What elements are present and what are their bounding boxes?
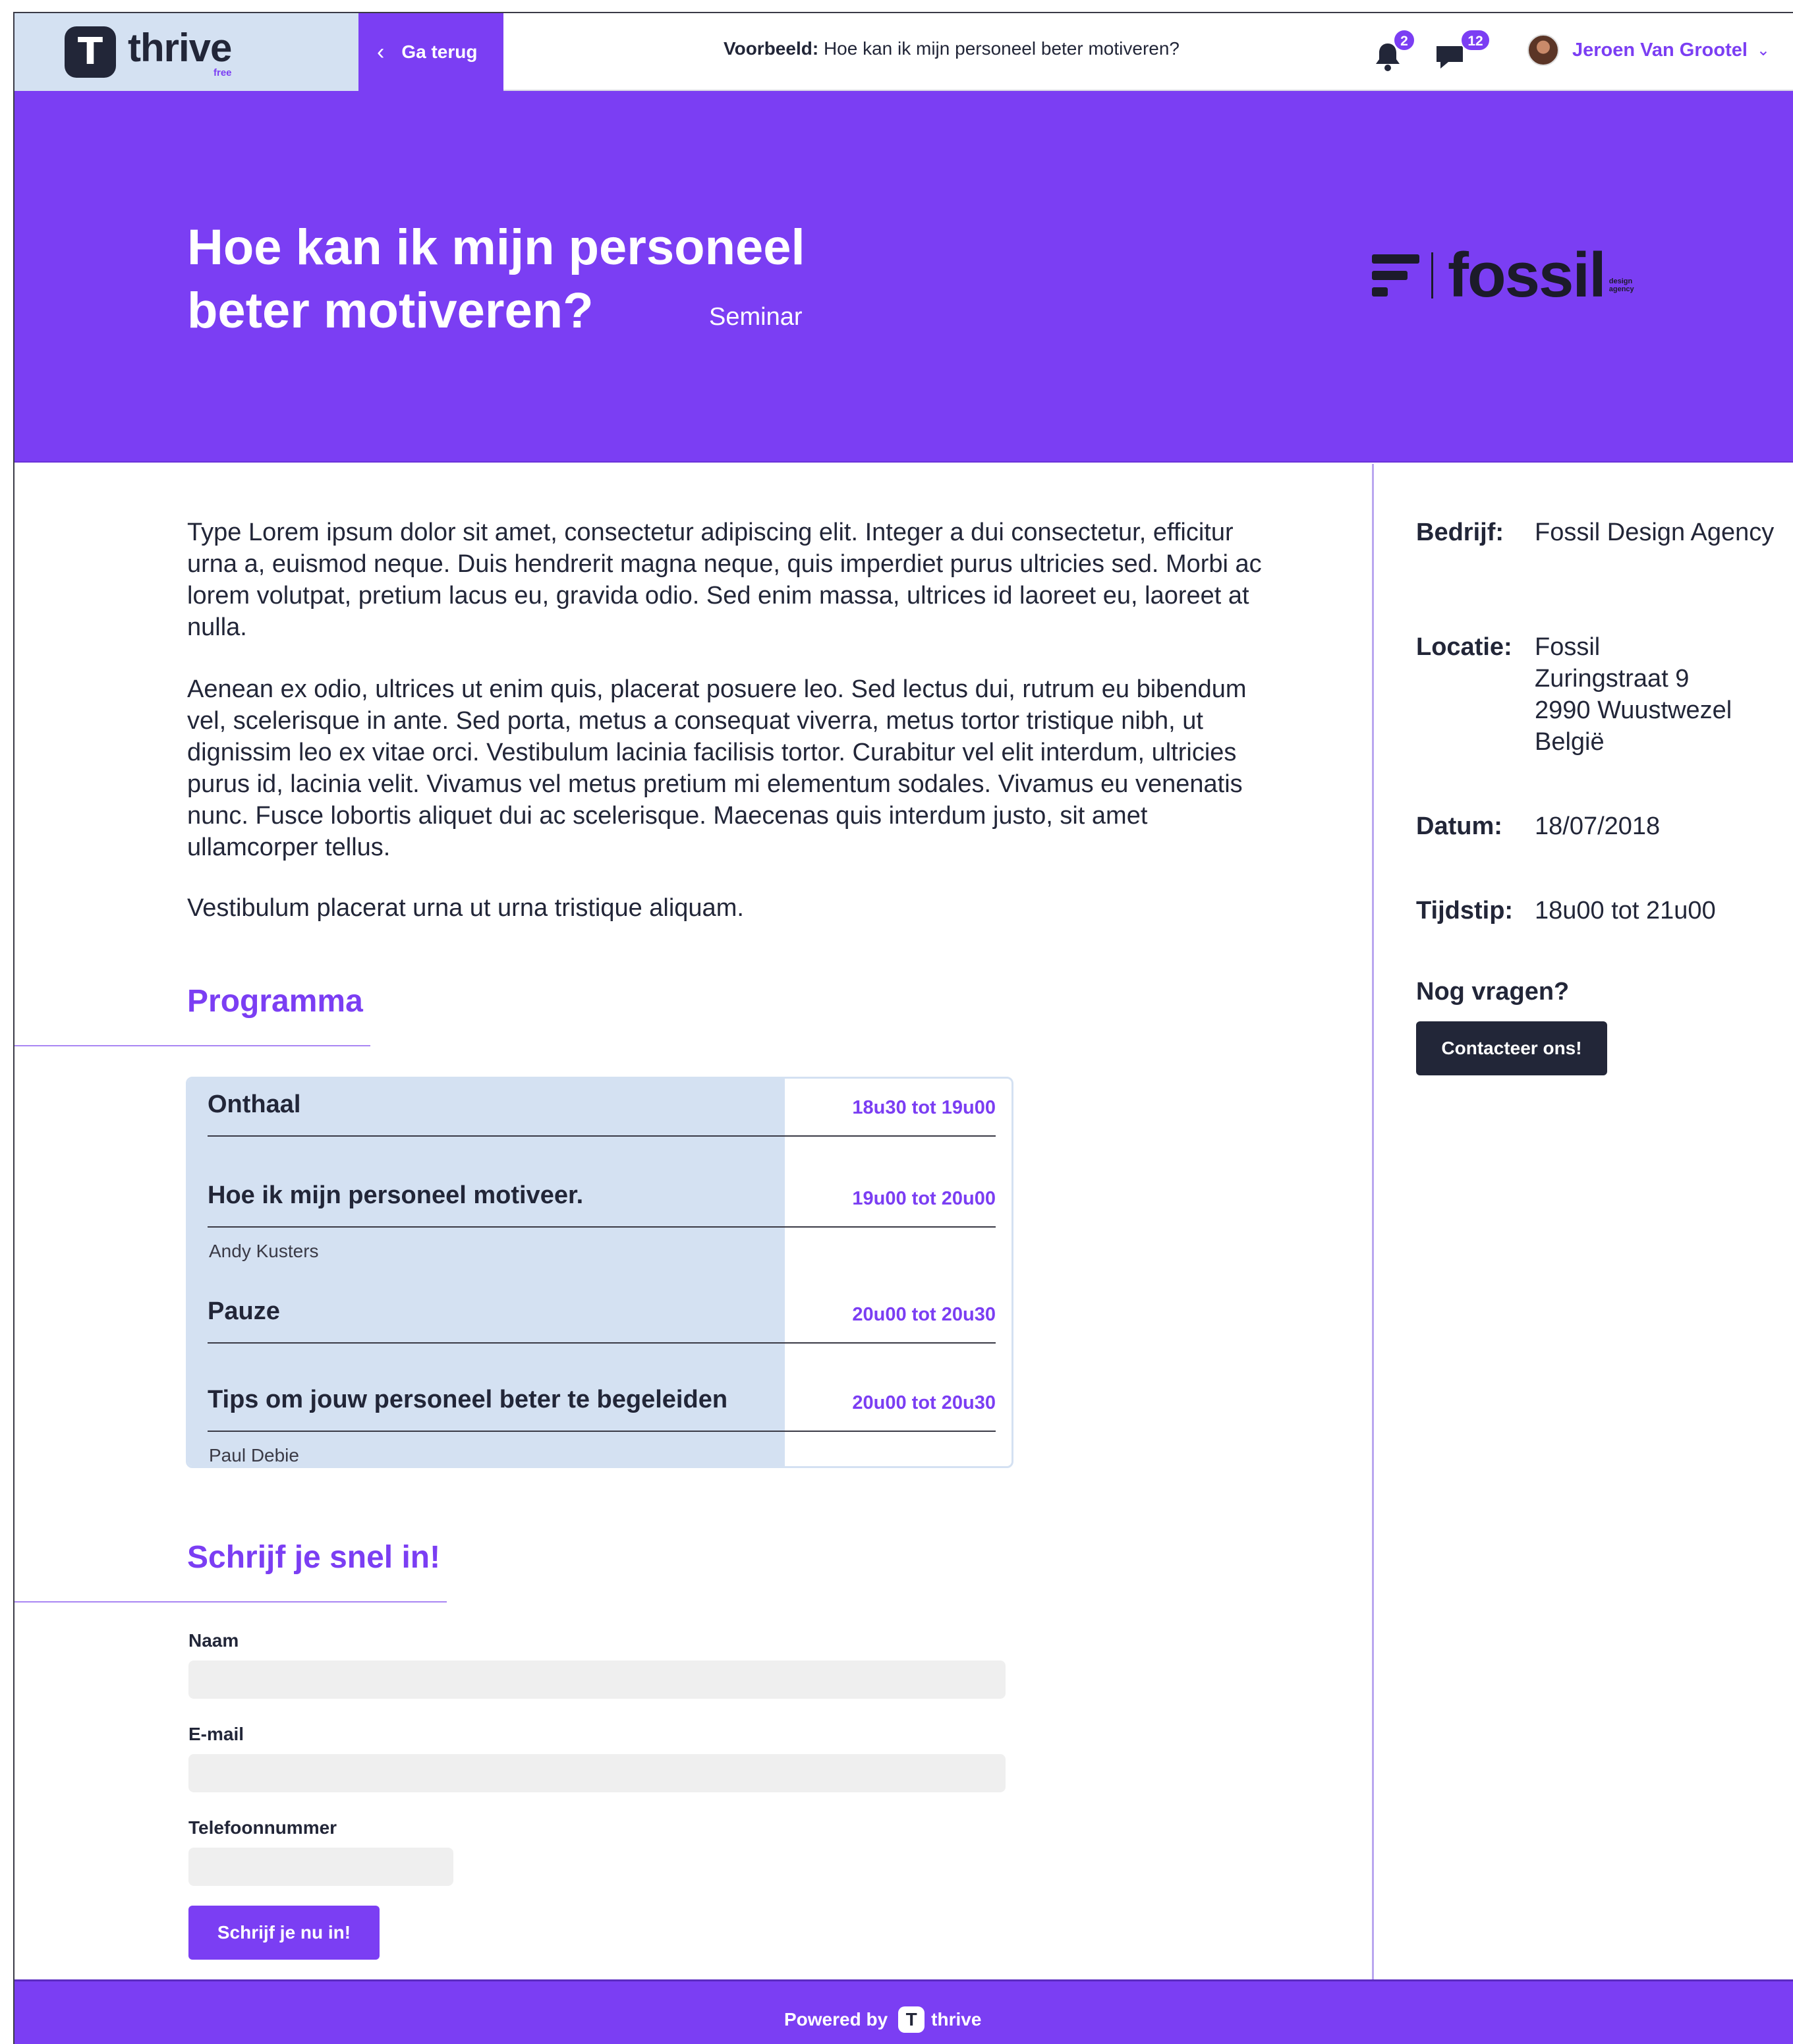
company-value: Fossil Design Agency: [1535, 519, 1775, 546]
name-field[interactable]: [188, 1661, 1006, 1699]
messages-button[interactable]: 12: [1434, 29, 1491, 72]
location-key: Locatie:: [1416, 633, 1512, 661]
chevron-left-icon: ‹: [377, 39, 385, 65]
notifications-button[interactable]: 2: [1373, 29, 1415, 72]
programma-item-title: Pauze: [208, 1297, 280, 1325]
programma-item-speaker: Andy Kusters: [209, 1241, 319, 1261]
preview-event-title: Hoe kan ik mijn personeel beter motivere…: [823, 38, 1180, 59]
fossil-logo-icon: [1372, 252, 1419, 299]
programma-item-divider: [208, 1226, 996, 1228]
user-menu[interactable]: Jeroen Van Grootel ⌄: [1527, 34, 1770, 66]
description-paragraph: Type Lorem ipsum dolor sit amet, consect…: [187, 519, 1262, 641]
programma-divider: [14, 1045, 370, 1046]
date-key: Datum:: [1416, 812, 1502, 840]
company-logo: fossil design agency: [1372, 240, 1642, 310]
brand-area[interactable]: T thrive free: [14, 13, 358, 91]
footer-brand-name: thrive: [931, 2009, 982, 2030]
programma-item-time: 20u00 tot 20u30: [852, 1392, 996, 1413]
company-logo-sub: design agency: [1608, 277, 1634, 293]
notifications-badge: 2: [1393, 29, 1415, 51]
programma-item-time: 20u00 tot 20u30: [852, 1304, 996, 1325]
programma-item-divider: [208, 1431, 996, 1432]
logo-separator: [1431, 252, 1433, 298]
email-field[interactable]: [188, 1754, 1006, 1792]
programma-item-title: Tips om jouw personeel beter te begeleid…: [208, 1386, 728, 1413]
brand-name: thrive: [128, 26, 232, 70]
time-key: Tijdstip:: [1416, 897, 1514, 924]
footer: Powered by T thrive: [14, 1979, 1793, 2044]
programma-item-time: 18u30 tot 19u00: [852, 1097, 996, 1118]
location-line: Fossil: [1535, 633, 1601, 661]
description-paragraph: Vestibulum placerat urna ut urna tristiq…: [187, 894, 744, 922]
thrive-logo-icon: T: [65, 26, 116, 78]
top-bar: T thrive free ‹ Ga terug Voorbeeld: Hoe …: [14, 13, 1793, 91]
preview-title: Voorbeeld: Hoe kan ik mijn personeel bet…: [724, 38, 1180, 59]
company-key: Bedrijf:: [1416, 519, 1504, 546]
email-label: E-mail: [188, 1724, 244, 1744]
company-logo-word: fossil: [1448, 240, 1607, 310]
location-line: 2990 Wuustwezel: [1535, 696, 1732, 724]
programma-item-speaker: Paul Debie: [209, 1445, 299, 1465]
phone-label: Telefoonnummer: [188, 1817, 337, 1838]
programma-item-title: Onthaal: [208, 1091, 301, 1118]
time-value: 18u00 tot 21u00: [1535, 897, 1716, 924]
event-type: Seminar: [709, 303, 803, 331]
phone-field[interactable]: [188, 1848, 453, 1886]
programma-item-time: 19u00 tot 20u00: [852, 1188, 996, 1209]
back-button-label: Ga terug: [401, 42, 478, 62]
preview-prefix: Voorbeeld:: [724, 38, 819, 59]
thrive-logo-icon: T: [898, 2006, 925, 2033]
event-content: Type Lorem ipsum dolor sit amet, consect…: [14, 464, 1372, 1979]
name-label: Naam: [188, 1630, 239, 1651]
page: T thrive free ‹ Ga terug Voorbeeld: Hoe …: [13, 12, 1793, 2044]
location-line: België: [1535, 728, 1605, 756]
powered-by-label: Powered by: [784, 2009, 888, 2030]
contact-button[interactable]: Contacteer ons!: [1416, 1021, 1607, 1075]
event-details-sidebar: Bedrijf: Fossil Design Agency Locatie: F…: [1372, 464, 1793, 1979]
programma-table: Onthaal 18u30 tot 19u00 Hoe ik mijn pers…: [186, 1077, 1013, 1468]
location-value: Fossil Zuringstraat 9 2990 Wuustwezel Be…: [1535, 631, 1785, 758]
chat-icon: [1437, 46, 1463, 69]
programma-item-divider: [208, 1135, 996, 1137]
description-paragraph: Aenean ex odio, ultrices ut enim quis, p…: [187, 675, 1247, 861]
questions-heading: Nog vragen?: [1416, 978, 1570, 1006]
avatar: [1527, 34, 1559, 66]
user-name: Jeroen Van Grootel: [1572, 39, 1748, 61]
programma-item-title: Hoe ik mijn personeel motiveer.: [208, 1181, 584, 1209]
signup-heading: Schrijf je snel in!: [187, 1540, 441, 1575]
signup-divider: [14, 1601, 447, 1603]
brand-tier: free: [213, 67, 232, 78]
messages-badge: 12: [1460, 29, 1491, 51]
powered-by[interactable]: Powered by T thrive: [784, 2006, 981, 2033]
event-hero: Hoe kan ik mijn personeel beter motivere…: [14, 91, 1793, 463]
signup-submit-button[interactable]: Schrijf je nu in!: [188, 1906, 380, 1960]
location-line: Zuringstraat 9: [1535, 665, 1690, 693]
date-value: 18/07/2018: [1535, 812, 1661, 840]
programma-item-divider: [208, 1342, 996, 1344]
chevron-down-icon: ⌄: [1756, 41, 1771, 59]
back-button[interactable]: ‹ Ga terug: [358, 13, 503, 91]
programma-heading: Programma: [187, 984, 363, 1019]
